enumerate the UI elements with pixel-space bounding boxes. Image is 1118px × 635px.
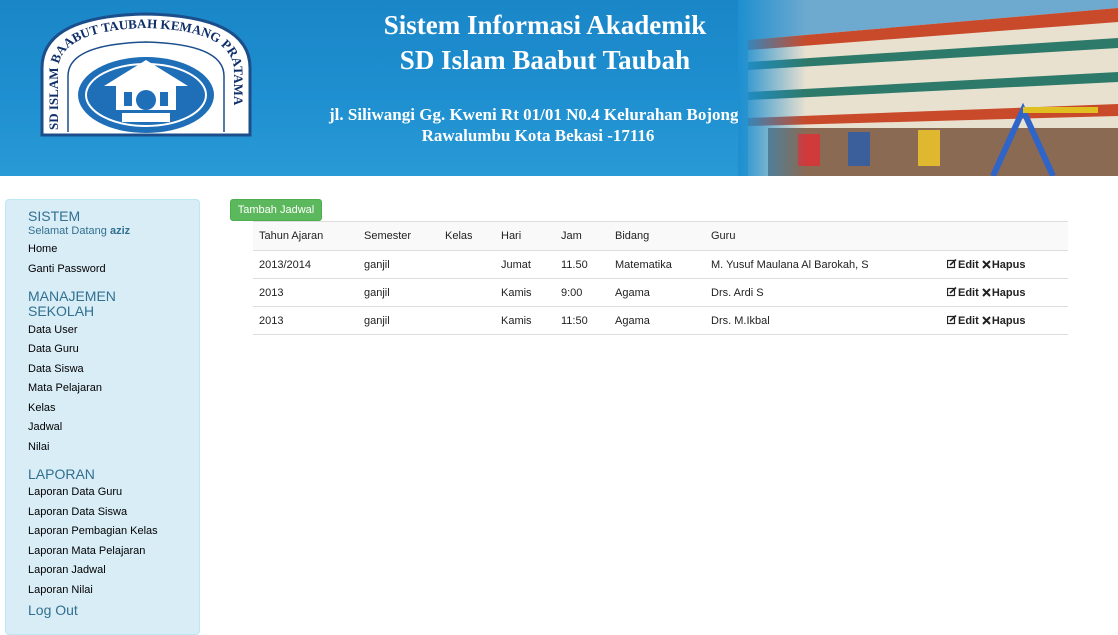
table-row: 2013 ganjil Kamis 9:00 Agama Drs. Ardi S… [253, 278, 1068, 307]
table-header-row: Tahun Ajaran Semester Kelas Hari Jam Bid… [253, 221, 1068, 251]
logout-link[interactable]: Log Out [28, 602, 78, 618]
sidebar-item-kelas[interactable]: Kelas [28, 402, 56, 415]
banner-address-line2: Rawalumbu Kota Bekasi -17116 [421, 126, 655, 145]
sidebar-item-nilai[interactable]: Nilai [28, 441, 49, 454]
edit-link[interactable]: Edit [946, 286, 979, 299]
delete-link[interactable]: Hapus [982, 314, 1026, 327]
sidebar-section-sistem: SISTEM [28, 208, 81, 224]
cell-actions: Edit Hapus [941, 306, 1068, 335]
banner-title-line2: SD Islam Baabut Taubah [399, 45, 691, 75]
cell-hari: Jumat [495, 250, 555, 279]
column-header-actions [941, 221, 1068, 251]
sidebar-item-laporan-mata-pelajaran[interactable]: Laporan Mata Pelajaran [28, 545, 145, 558]
column-header-jam: Jam [555, 221, 609, 251]
banner-title: Sistem Informasi Akademik SD Islam Baabu… [330, 8, 760, 78]
cell-hari: Kamis [495, 278, 555, 307]
cell-semester: ganjil [358, 306, 439, 335]
cell-kelas [439, 278, 495, 307]
column-header-tahun-ajaran: Tahun Ajaran [253, 221, 358, 251]
edit-link[interactable]: Edit [946, 258, 979, 271]
cell-guru: Drs. M.Ikbal [705, 306, 941, 335]
school-logo: SD ISLAM BAABUT TAUBAH KEMANG PRATAMA [40, 12, 252, 137]
delete-link[interactable]: Hapus [982, 286, 1026, 299]
sidebar-item-laporan-jadwal[interactable]: Laporan Jadwal [28, 564, 106, 577]
edit-icon [946, 314, 957, 324]
edit-link[interactable]: Edit [946, 314, 979, 327]
school-building-image [738, 0, 1118, 176]
cell-bidang: Matematika [609, 250, 705, 279]
cell-actions: Edit Hapus [941, 250, 1068, 279]
cell-jam: 11.50 [555, 250, 609, 279]
column-header-semester: Semester [358, 221, 439, 251]
cell-actions: Edit Hapus [941, 278, 1068, 307]
sidebar-item-ganti-password[interactable]: Ganti Password [28, 263, 106, 276]
welcome-user: aziz [109, 225, 131, 237]
sidebar-item-home[interactable]: Home [28, 243, 57, 256]
cell-jam: 11:50 [555, 306, 609, 335]
cell-hari: Kamis [495, 306, 555, 335]
cell-bidang: Agama [609, 278, 705, 307]
table-row: 2013 ganjil Kamis 11:50 Agama Drs. M.Ikb… [253, 306, 1068, 335]
welcome-prefix: Selamat Datang [28, 225, 107, 237]
cell-semester: ganjil [358, 278, 439, 307]
site-banner: SD ISLAM BAABUT TAUBAH KEMANG PRATAMA Si… [0, 0, 1118, 176]
banner-address: jl. Siliwangi Gg. Kweni Rt 01/01 N0.4 Ke… [318, 104, 758, 146]
cell-kelas [439, 250, 495, 279]
sidebar-item-mata-pelajaran[interactable]: Mata Pelajaran [28, 382, 102, 395]
sidebar-item-laporan-nilai[interactable]: Laporan Nilai [28, 584, 93, 597]
cell-guru: M. Yusuf Maulana Al Barokah, S [705, 250, 941, 279]
sidebar-section-laporan: LAPORAN [28, 466, 95, 482]
sidebar-section-manajemen-line1: MANAJEMEN [28, 288, 116, 304]
delete-label: Hapus [991, 258, 1026, 271]
banner-title-line1: Sistem Informasi Akademik [383, 10, 707, 40]
edit-label: Edit [958, 258, 979, 271]
sidebar-item-laporan-data-guru[interactable]: Laporan Data Guru [28, 486, 122, 499]
tambah-jadwal-button[interactable]: Tambah Jadwal [230, 199, 322, 221]
cell-semester: ganjil [358, 250, 439, 279]
close-icon [982, 287, 991, 297]
sidebar: SISTEM Selamat Datang aziz Home Ganti Pa… [5, 199, 200, 635]
edit-icon [946, 286, 957, 296]
sidebar-item-data-siswa[interactable]: Data Siswa [28, 363, 84, 376]
delete-label: Hapus [991, 286, 1026, 299]
cell-tahun-ajaran: 2013/2014 [253, 250, 358, 279]
close-icon [982, 259, 991, 269]
cell-bidang: Agama [609, 306, 705, 335]
table-row: 2013/2014 ganjil Jumat 11.50 Matematika … [253, 250, 1068, 279]
sidebar-section-manajemen-line2: SEKOLAH [28, 303, 95, 319]
cell-jam: 9:00 [555, 278, 609, 307]
sidebar-section-manajemen: MANAJEMEN SEKOLAH [28, 289, 116, 319]
sidebar-item-data-guru[interactable]: Data Guru [28, 343, 79, 356]
close-icon [982, 315, 991, 325]
welcome-message: Selamat Datang aziz [28, 225, 130, 237]
column-header-guru: Guru [705, 221, 941, 251]
edit-label: Edit [958, 286, 979, 299]
cell-kelas [439, 306, 495, 335]
sidebar-item-data-user[interactable]: Data User [28, 324, 78, 337]
sidebar-item-jadwal[interactable]: Jadwal [28, 421, 62, 434]
cell-tahun-ajaran: 2013 [253, 306, 358, 335]
cell-tahun-ajaran: 2013 [253, 278, 358, 307]
column-header-hari: Hari [495, 221, 555, 251]
schedule-table: Tahun Ajaran Semester Kelas Hari Jam Bid… [253, 221, 1068, 335]
column-header-bidang: Bidang [609, 221, 705, 251]
delete-label: Hapus [991, 314, 1026, 327]
column-header-kelas: Kelas [439, 221, 495, 251]
banner-address-line1: jl. Siliwangi Gg. Kweni Rt 01/01 N0.4 Ke… [329, 105, 747, 124]
delete-link[interactable]: Hapus [982, 258, 1026, 271]
edit-label: Edit [958, 314, 979, 327]
sidebar-item-laporan-data-siswa[interactable]: Laporan Data Siswa [28, 506, 127, 519]
cell-guru: Drs. Ardi S [705, 278, 941, 307]
sidebar-item-laporan-pembagian-kelas[interactable]: Laporan Pembagian Kelas [28, 525, 158, 538]
edit-icon [946, 258, 957, 268]
